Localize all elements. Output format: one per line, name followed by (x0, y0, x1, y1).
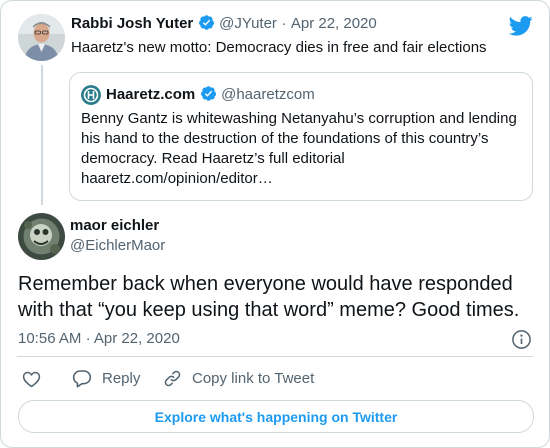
parent-tweet-header: Rabbi Josh Yuter @JYuter · Apr 22, 2020 (71, 14, 377, 33)
quoted-text-line: democracy. Read Haaretz’s full editorial (81, 150, 345, 167)
quoted-text-line: his hand to the destruction of the found… (81, 130, 489, 147)
thread-connector-line (41, 65, 43, 205)
quoted-text-link[interactable]: haaretz.com/opinion/editor… (81, 169, 517, 189)
author-handle[interactable]: @JYuter (219, 15, 277, 32)
main-text-line: with that “you keep using that word” mem… (18, 299, 520, 321)
quoted-tweet[interactable]: Haaretz.com @haaretzcom Benny Gantz is w… (69, 72, 533, 201)
tweet-date: Apr 22, 2020 (93, 330, 180, 347)
parent-tweet-text: Haaretz's new motto: Democracy dies in f… (71, 39, 487, 56)
tweet-date[interactable]: Apr 22, 2020 (291, 15, 377, 32)
reply-label: Reply (102, 370, 141, 387)
main-author-handle[interactable]: @EichlerMaor (70, 237, 165, 254)
separator-dot: · (281, 15, 287, 32)
reply-bubble-icon (72, 370, 92, 388)
separator-dot: · (85, 330, 91, 347)
twitter-bird-icon[interactable] (509, 16, 533, 36)
divider (17, 356, 533, 357)
quoted-tweet-text: Benny Gantz is whitewashing Netanyahu’s … (81, 109, 517, 189)
avatar-haaretz (81, 85, 101, 105)
info-icon[interactable] (511, 329, 532, 350)
like-button[interactable] (22, 370, 41, 393)
main-tweet-text: Remember back when everyone would have r… (18, 271, 519, 323)
tweet-time: 10:56 AM (18, 330, 82, 347)
tweet-embed-card: Rabbi Josh Yuter @JYuter · Apr 22, 2020 … (0, 0, 550, 448)
heart-icon (22, 371, 41, 388)
explore-twitter-button[interactable]: Explore what's happening on Twitter (18, 400, 534, 433)
author-name[interactable]: Rabbi Josh Yuter (71, 15, 193, 32)
quoted-tweet-header: Haaretz.com @haaretzcom (106, 85, 315, 104)
verified-badge-icon (200, 86, 216, 101)
main-text-line: Remember back when everyone would have r… (18, 273, 513, 295)
avatar-rabbi-josh-yuter[interactable] (18, 14, 65, 61)
main-tweet-timestamp[interactable]: 10:56 AM · Apr 22, 2020 (18, 330, 180, 347)
link-icon (164, 370, 181, 387)
copy-link-button[interactable]: Copy link to Tweet (163, 369, 314, 388)
quoted-author-name: Haaretz.com (106, 86, 196, 103)
verified-badge-icon (198, 15, 214, 30)
avatar-maor-eichler[interactable] (18, 213, 65, 260)
reply-button[interactable]: Reply (72, 369, 140, 388)
quoted-text-line: Benny Gantz is whitewashing Netanyahu’s … (81, 110, 517, 127)
copy-link-label: Copy link to Tweet (192, 370, 315, 387)
quoted-author-handle: @haaretzcom (221, 86, 315, 103)
main-author-name[interactable]: maor eichler (70, 217, 159, 234)
